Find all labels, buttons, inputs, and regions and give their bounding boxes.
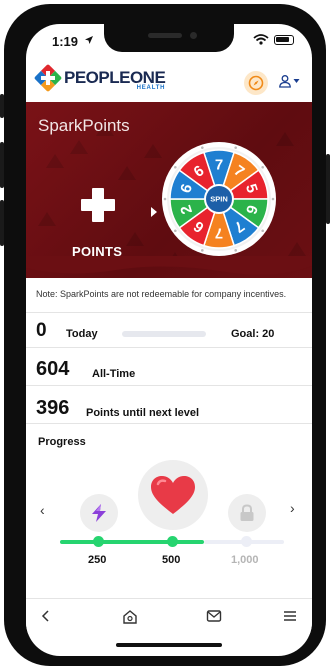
- mute-switch: [0, 94, 4, 118]
- back-icon[interactable]: [40, 609, 52, 623]
- notch: [104, 24, 234, 52]
- heart-icon: [151, 476, 195, 514]
- level-250-marker: [93, 536, 104, 547]
- spin-wheel[interactable]: 7 7 5 6 7 7 6 2 6 6 SPIN: [160, 140, 278, 258]
- wheel-segment-label: 7: [215, 225, 223, 242]
- caret-down-icon: [293, 79, 300, 83]
- user-menu-button[interactable]: [278, 74, 300, 88]
- plus-icon: [81, 188, 115, 222]
- banner-title: SparkPoints: [38, 116, 130, 135]
- user-icon: [279, 75, 291, 88]
- today-progress-bar: [122, 331, 206, 337]
- app-header: PEOPLEONE HEALTH: [26, 58, 312, 108]
- wifi-icon: [253, 34, 269, 45]
- progress-track-complete: [60, 540, 204, 544]
- location-arrow-icon: [85, 36, 93, 44]
- redeem-note: Note: SparkPoints are not redeemable for…: [36, 289, 287, 299]
- home-indicator: [116, 643, 222, 647]
- volume-up-button: [0, 142, 4, 188]
- chevron-left-icon[interactable]: ‹: [40, 502, 45, 518]
- level-250-badge[interactable]: [80, 494, 118, 532]
- menu-icon[interactable]: [282, 609, 298, 623]
- mail-icon[interactable]: [206, 609, 222, 623]
- spin-label: SPIN: [210, 195, 228, 204]
- bottom-nav: [26, 598, 312, 634]
- phone-frame: 1:19 PEOPLEONE HEALTH SparkPoints POINTS…: [0, 4, 330, 666]
- wheel-segment-label: 7: [215, 157, 223, 174]
- sparkpoints-banner: SparkPoints POINTS 7 7 5 6 7 7 6 2 6 6 SPIN: [26, 102, 312, 278]
- status-icons: [253, 34, 294, 45]
- compass-button[interactable]: [244, 71, 268, 95]
- progress-title: Progress: [38, 436, 86, 448]
- play-arrow-icon: [151, 207, 157, 217]
- next-level-label: Points until next level: [86, 407, 200, 419]
- chevron-right-icon[interactable]: ›: [290, 500, 295, 516]
- volume-down-button: [0, 200, 4, 246]
- level-1000-badge[interactable]: [228, 494, 266, 532]
- lightning-icon: [92, 504, 106, 522]
- today-label: Today: [66, 328, 98, 340]
- goal-text: Goal: 20: [231, 328, 275, 340]
- all-time-value: 604: [36, 358, 70, 380]
- level-500-label: 500: [162, 554, 181, 566]
- level-1000-label: 1,000: [231, 554, 259, 566]
- power-button: [326, 154, 330, 224]
- level-500-marker: [167, 536, 178, 547]
- level-250-label: 250: [88, 554, 107, 566]
- all-time-label: All-Time: [92, 368, 136, 380]
- battery-icon: [274, 34, 294, 45]
- lock-icon: [240, 504, 254, 521]
- status-time: 1:19: [52, 34, 79, 49]
- logo-mark-icon: [33, 63, 63, 93]
- logo-subtext: HEALTH: [136, 85, 166, 91]
- today-value: 0: [36, 320, 47, 341]
- home-icon[interactable]: [122, 609, 138, 625]
- compass-icon: [248, 75, 264, 91]
- banner-wave: [26, 256, 312, 275]
- app-screen: 1:19 PEOPLEONE HEALTH SparkPoints POINTS…: [26, 24, 312, 656]
- spin-wheel-graphic: 7 756776266SPIN: [162, 142, 276, 256]
- level-500-badge[interactable]: [138, 460, 208, 530]
- level-1000-marker: [241, 536, 252, 547]
- next-level-value: 396: [36, 397, 70, 419]
- peopleone-logo[interactable]: PEOPLEONE HEALTH: [33, 63, 166, 93]
